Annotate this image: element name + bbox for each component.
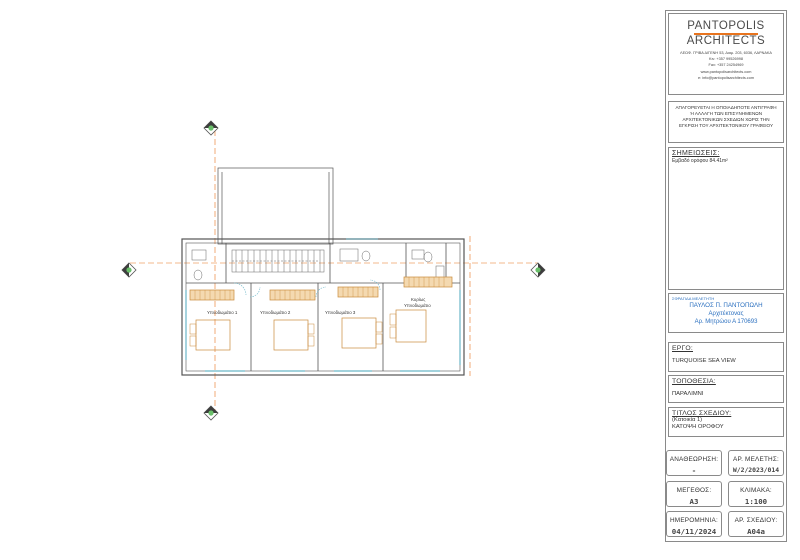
scale-cell: ΚΛΙΜΑΚΑ: 1:100 [728,481,784,507]
beds [195,309,427,351]
drawing-number-label: ΑΡ. ΣΧΕΔΙΟΥ: [734,517,778,524]
sheet-size-cell: ΜΕΓΕΘΟΣ: A3 [666,481,722,507]
date-cell: ΗΜΕΡΟΜΗΝΙΑ: 04/11/2024 [666,511,722,537]
drawing-title-line2: ΚΑΤΟΨΗ ΟΡΟΦΟΥ [672,424,724,430]
section-marker-top [203,120,219,136]
logo-text-line2: ARCHITECTS [686,35,766,47]
pillows [189,313,397,347]
section-marker-bottom [203,405,219,421]
section-marker-left [121,262,137,278]
project-field: ΕΡΓΟ: TURQUOISE SEA VIEW [668,342,784,372]
project-label: ΕΡΓΟ: [672,345,693,352]
notes-box: ΣΗΜΕΙΩΣΕΙΣ: Εμβαδό ορόφου 84.41m² [668,147,784,290]
date-label: ΗΜΕΡΟΜΗΝΙΑ: [669,517,718,524]
section-marker-right [530,262,546,278]
stamp-name: ΠΑΥΛΟΣ Π. ΠΑΝΤΟΠΩΛΗ [689,302,763,309]
notes-text: Εμβαδό ορόφου 84.41m² [672,158,728,164]
revision-label: ΑΝΑΘΕΩΡΗΣΗ: [669,456,719,463]
stamp-registration: Αρ. Μητρώου Α 170693 [694,319,758,325]
stamp-heading: ΣΦΡΑΓΙΔΑ ΜΕΛΕΤΗΤΗ [672,296,715,301]
firm-contact: ΛΕΩΦ. ΓΡΙΒΑ ΔΙΓΕΝΗ 53, Διαμ. 203, 6036, … [669,50,783,81]
room-label-master-line2: Υπνοδωμάτιο [404,303,431,308]
architect-stamp: ΣΦΡΑΓΙΔΑ ΜΕΛΕΤΗΤΗ ΠΑΥΛΟΣ Π. ΠΑΝΤΟΠΩΛΗ Αρ… [668,293,784,333]
study-number-cell: ΑΡ. ΜΕΛΕΤΗΣ: W/2/2023/014 [728,450,784,476]
staircase [231,249,325,273]
drawing-title-line1: (Κατοικία 1) [672,417,703,423]
drawing-number-cell: ΑΡ. ΣΧΕΔΙΟΥ: A04a [728,511,784,537]
sheet-size-value: A3 [689,497,699,506]
notes-title: ΣΗΜΕΙΩΣΕΙΣ: [672,150,720,157]
room-label-bedroom-2: Υπνοδωμάτιο 2 [260,310,291,315]
revision-value: - [691,466,697,475]
drawing-title-label: ΤΙΤΛΟΣ ΣΧΕΔΙΟΥ: [672,410,732,417]
sheet-size-label: ΜΕΓΕΘΟΣ: [676,487,712,494]
axis-lines [130,130,538,410]
location-field: ΤΟΠΟΘΕΣΙΑ: ΠΑΡΑΛΙΜΝΙ [668,375,784,403]
firm-email: e: info@pantopolisarchitects.com [698,75,754,80]
study-number-label: ΑΡ. ΜΕΛΕΤΗΣ: [732,456,780,463]
logo-text-line1: PANTOPOLIS [687,20,765,32]
floor-plan-drawing [121,120,546,421]
room-label-bedroom-1: Υπνοδωμάτιο 1 [207,310,238,315]
logo-box: PANTOPOLIS ARCHITECTS ΛΕΩΦ. ΓΡΙΒΑ ΔΙΓΕΝΗ… [668,13,784,95]
room-label-master-line1: Κυρίως [411,297,426,302]
stamp-role: Αρχιτέκτονας [708,311,744,317]
room-label-bedroom-3: Υπνοδωμάτιο 3 [325,310,356,315]
copyright-warning: ΑΠΑΓΟΡΕΥΕΤΑΙ Η ΟΠΟΙΑΔΗΠΟΤΕ ΑΝΤΙΓΡΑΦΗ Ή Α… [668,101,784,143]
study-number-value: W/2/2023/014 [732,466,780,474]
revision-cell: ΑΝΑΘΕΩΡΗΣΗ: - [666,450,722,476]
drawing-number-value: A04a [747,527,765,536]
location-value: ΠΑΡΑΛΙΜΝΙ [672,391,704,397]
project-value: TURQUOISE SEA VIEW [672,358,736,364]
drawing-title-field: ΤΙΤΛΟΣ ΣΧΕΔΙΟΥ: (Κατοικία 1) ΚΑΤΟΨΗ ΟΡΟΦ… [668,407,784,437]
location-label: ΤΟΠΟΘΕΣΙΑ: [672,378,716,385]
scale-label: ΚΛΙΜΑΚΑ: [740,487,772,494]
date-value: 04/11/2024 [671,527,717,536]
balcony-frame [217,167,334,245]
scale-value: 1:100 [744,497,768,506]
